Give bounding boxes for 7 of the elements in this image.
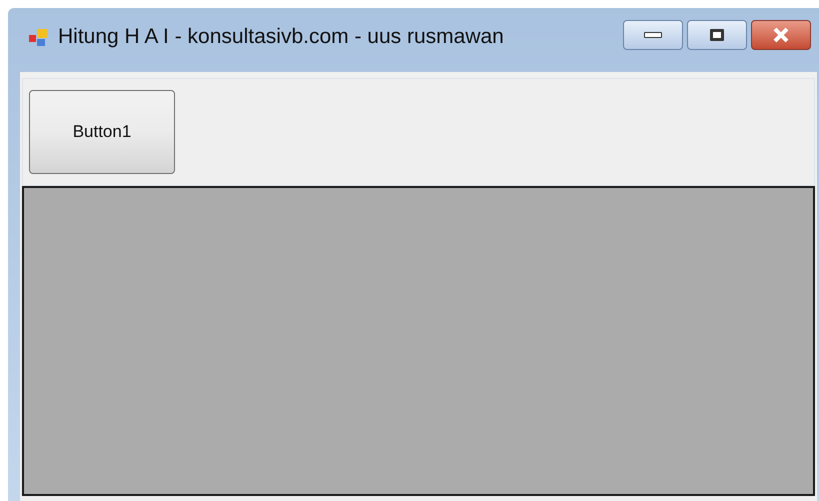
app-icon [28, 27, 50, 49]
minimize-button[interactable] [623, 20, 683, 50]
window-title: Hitung H A I - konsultasivb.com - uus rusmawan [58, 24, 504, 50]
form-button[interactable]: Button1 [29, 90, 175, 174]
maximize-button[interactable] [687, 20, 747, 50]
close-icon [772, 27, 790, 43]
close-button[interactable] [751, 20, 811, 50]
